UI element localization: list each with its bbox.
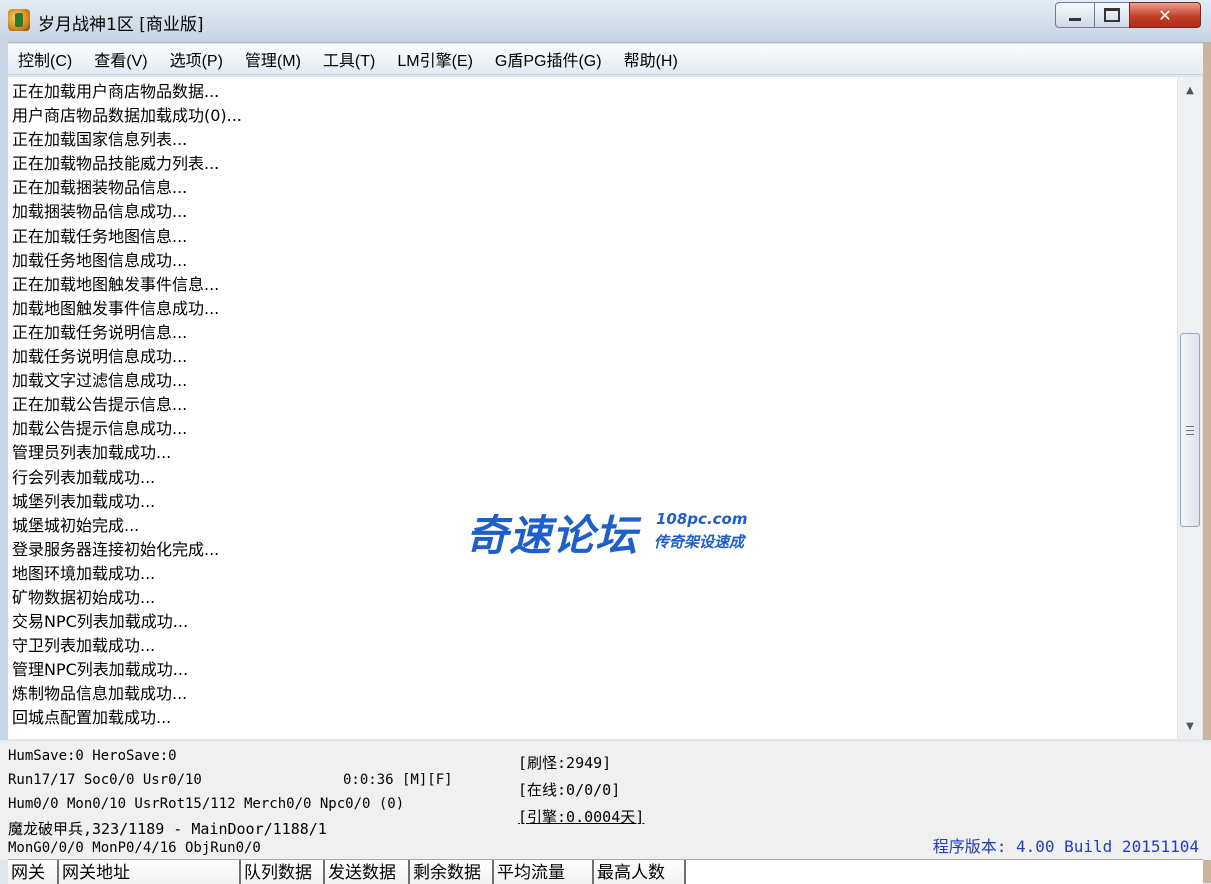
log-line: 加载公告提示信息成功...	[12, 419, 188, 439]
log-list: 正在加载用户商店物品数据... 用户商店物品数据加载成功(0)... 正在加载国…	[8, 80, 242, 731]
log-line: 地图环境加载成功...	[12, 563, 156, 583]
gateway-table-header: 网关 网关地址 队列数据 发送数据 剩余数据 平均流量 最高人数	[8, 859, 1203, 884]
log-line: 正在加载地图触发事件信息...	[12, 274, 220, 294]
column-gateway-address[interactable]: 网关地址	[59, 860, 241, 884]
watermark-logo: 奇速论坛 108pc.com 传奇架设速成	[466, 502, 766, 562]
log-line: 管理员列表加载成功...	[12, 443, 172, 463]
maximize-button[interactable]	[1094, 2, 1130, 28]
menu-tools[interactable]: 工具(T)	[312, 47, 386, 71]
column-average-traffic[interactable]: 平均流量	[494, 860, 594, 884]
window-title: 岁月战神1区 [商业版]	[38, 15, 204, 35]
log-line: 登录服务器连接初始化完成...	[12, 539, 220, 559]
program-version: 程序版本: 4.00 Build 20151104	[932, 837, 1199, 856]
menu-bar: 控制(C) 查看(V) 选项(P) 管理(M) 工具(T) LM引擎(E) G盾…	[8, 44, 1203, 75]
column-send-data[interactable]: 发送数据	[325, 860, 410, 884]
log-line: 城堡列表加载成功...	[12, 491, 156, 511]
status-run: Run17/17 Soc0/0 Usr0/10	[8, 772, 202, 788]
scroll-down-icon[interactable]: ▼	[1178, 715, 1202, 737]
status-panel: HumSave:0 HeroSave:0 Run17/17 Soc0/0 Usr…	[0, 740, 1211, 860]
log-line: 加载地图触发事件信息成功...	[12, 298, 220, 318]
menu-view[interactable]: 查看(V)	[83, 47, 158, 71]
status-door: 魔龙破甲兵,323/1189 - MainDoor/1188/1	[8, 820, 327, 838]
log-line: 正在加载公告提示信息...	[12, 395, 188, 415]
maximize-icon	[1104, 8, 1120, 22]
column-gateway[interactable]: 网关	[8, 860, 59, 884]
status-engine: [引擎:0.0004天]	[518, 808, 645, 826]
scroll-thumb[interactable]	[1180, 333, 1200, 527]
log-line: 正在加载捆装物品信息...	[12, 178, 188, 198]
log-line: 加载任务地图信息成功...	[12, 250, 188, 270]
status-online: [在线:0/0/0]	[518, 781, 621, 799]
status-save: HumSave:0 HeroSave:0	[8, 748, 177, 764]
log-line: 正在加载国家信息列表...	[12, 130, 188, 150]
log-line: 正在加载任务地图信息...	[12, 226, 188, 246]
menu-lm-engine[interactable]: LM引擎(E)	[386, 47, 484, 71]
log-panel[interactable]: 正在加载用户商店物品数据... 用户商店物品数据加载成功(0)... 正在加载国…	[8, 77, 1177, 739]
menu-g-shield-plugin[interactable]: G盾PG插件(G)	[484, 47, 613, 71]
log-line: 守卫列表加载成功...	[12, 636, 156, 656]
menu-help[interactable]: 帮助(H)	[613, 47, 689, 71]
status-clock: 0:0:36 [M][F]	[343, 772, 453, 788]
status-refresh: [刷怪:2949]	[518, 754, 612, 772]
column-remaining-data[interactable]: 剩余数据	[410, 860, 494, 884]
watermark-url: 108pc.com	[656, 510, 748, 528]
log-scrollbar[interactable]: ▲ ▼	[1177, 77, 1202, 739]
close-button[interactable]: ✕	[1129, 2, 1201, 28]
scroll-up-icon[interactable]: ▲	[1178, 79, 1202, 101]
window-frame-left	[0, 42, 8, 742]
status-counts: Hum0/0 Mon0/10 UsrRot15/112 Merch0/0 Npc…	[8, 796, 405, 812]
log-line: 矿物数据初始成功...	[12, 587, 156, 607]
watermark-subtitle: 传奇架设速成	[654, 533, 745, 551]
app-icon	[8, 9, 30, 31]
status-monsters: MonG0/0/0 MonP0/4/16 ObjRun0/0	[8, 840, 261, 856]
log-line: 行会列表加载成功...	[12, 467, 156, 487]
column-queue-data[interactable]: 队列数据	[241, 860, 325, 884]
log-line: 正在加载用户商店物品数据...	[12, 82, 220, 101]
menu-manage[interactable]: 管理(M)	[234, 47, 312, 71]
log-line: 正在加载任务说明信息...	[12, 322, 188, 342]
grip-icon	[1186, 425, 1194, 435]
minimize-button[interactable]	[1055, 2, 1095, 28]
window-controls: ✕	[1055, 2, 1201, 28]
log-line: 管理NPC列表加载成功...	[12, 660, 189, 680]
log-line: 炼制物品信息加载成功...	[12, 684, 188, 704]
log-line: 加载文字过滤信息成功...	[12, 371, 188, 391]
log-line: 城堡城初始完成...	[12, 515, 140, 535]
menu-options[interactable]: 选项(P)	[159, 47, 234, 71]
log-line: 加载任务说明信息成功...	[12, 347, 188, 367]
column-max-users[interactable]: 最高人数	[594, 860, 686, 884]
title-bar: 岁月战神1区 [商业版] ✕	[0, 0, 1211, 43]
log-line: 正在加载物品技能威力列表...	[12, 154, 220, 174]
log-line: 回城点配置加载成功...	[12, 708, 172, 728]
minimize-icon	[1069, 17, 1081, 21]
log-line: 交易NPC列表加载成功...	[12, 612, 189, 632]
log-line: 加载捆装物品信息成功...	[12, 202, 188, 222]
menu-control[interactable]: 控制(C)	[8, 47, 83, 71]
watermark-title: 奇速论坛	[466, 511, 639, 560]
close-icon: ✕	[1158, 5, 1172, 25]
log-line: 用户商店物品数据加载成功(0)...	[12, 106, 242, 126]
